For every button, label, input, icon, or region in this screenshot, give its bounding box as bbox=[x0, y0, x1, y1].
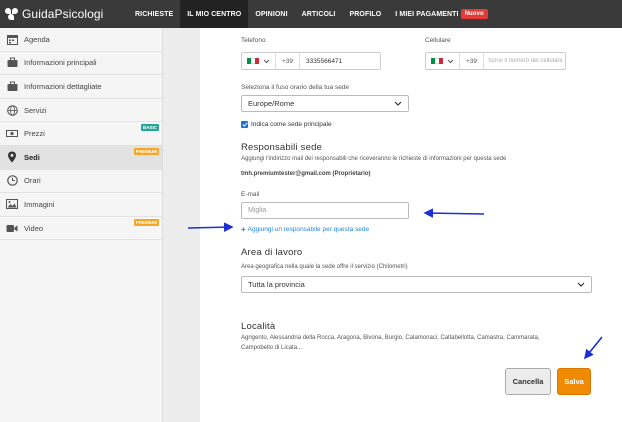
premium-tag: PREMIUM bbox=[133, 218, 159, 226]
nav-profilo[interactable]: PROFILO bbox=[342, 0, 388, 28]
main-location-checkbox[interactable]: Indica come sede principale bbox=[241, 121, 332, 128]
telefono-field[interactable]: +39 3335566471 bbox=[241, 52, 381, 70]
sidebar-item-label: Servizi bbox=[24, 105, 47, 115]
area-label: Area geografica nella quale la sede offr… bbox=[241, 264, 408, 270]
clock-icon bbox=[6, 175, 18, 187]
cellulare-prefix: +39 bbox=[460, 53, 485, 69]
telefono-input[interactable]: 3335566471 bbox=[300, 58, 342, 65]
chevron-down-icon bbox=[394, 101, 402, 106]
nav-il-mio-centro[interactable]: IL MIO CENTRO bbox=[180, 0, 249, 28]
sidebar-item-label: Prezzi bbox=[24, 129, 45, 139]
video-icon bbox=[6, 222, 18, 234]
telefono-label: Telefono bbox=[241, 37, 266, 44]
timezone-label: Seleziona il fuso orario della tua sede bbox=[241, 84, 350, 91]
sidebar-item-label: Immagini bbox=[24, 199, 55, 209]
logo[interactable]: GuidaPsicologi bbox=[0, 7, 128, 21]
area-title: Area di lavoro bbox=[241, 247, 303, 258]
premium-tag: PREMIUM bbox=[133, 147, 159, 155]
localita-list-line-1: Agrigento, Alessandria della Rocca, Arag… bbox=[241, 335, 540, 341]
add-responsible-label: Aggiungi un responsabile per questa sede bbox=[247, 226, 370, 233]
sidebar-item-informazioni-principali[interactable]: Informazioni principali bbox=[0, 52, 162, 76]
calendar-icon bbox=[6, 33, 18, 45]
save-button[interactable]: Salva bbox=[557, 368, 591, 395]
area-value: Tutta la provincia bbox=[248, 280, 305, 289]
nav-opinioni[interactable]: OPINIONI bbox=[248, 0, 294, 28]
top-nav-bar: GuidaPsicologi RICHIESTE IL MIO CENTRO O… bbox=[0, 0, 622, 28]
nav-pagamenti-label: I MIEI PAGAMENTI bbox=[395, 10, 459, 18]
logo-icon bbox=[5, 7, 18, 21]
localita-list-line-2: Campobello di Licata... bbox=[241, 345, 303, 351]
logo-text: GuidaPsicologi bbox=[22, 7, 104, 21]
location-pin-icon bbox=[6, 151, 18, 163]
sidebar-item-sedi[interactable]: Sedi PREMIUM bbox=[0, 145, 162, 170]
main-content: Telefono +39 3335566471 Cellulare +39 Sc… bbox=[200, 28, 622, 422]
chevron-down-icon bbox=[577, 282, 585, 287]
sidebar-item-label: Sedi bbox=[24, 152, 40, 162]
briefcase-icon bbox=[6, 57, 18, 69]
italy-flag-icon[interactable] bbox=[426, 53, 460, 69]
cellulare-label: Cellulare bbox=[425, 37, 451, 44]
content-gutter bbox=[163, 28, 200, 422]
sidebar-item-prezzi[interactable]: Prezzi BASIC bbox=[0, 122, 162, 146]
globe-icon bbox=[6, 104, 18, 116]
sidebar-item-video[interactable]: Video PREMIUM bbox=[0, 217, 162, 241]
basic-tag: BASIC bbox=[140, 124, 159, 132]
sidebar-item-agenda[interactable]: Agenda bbox=[0, 28, 162, 52]
email-label: E-mail bbox=[241, 191, 260, 198]
email-input[interactable]: Miglia bbox=[241, 202, 409, 219]
cellulare-field[interactable]: +39 Scrivi il numero del cellulare bbox=[425, 52, 566, 70]
telefono-prefix: +39 bbox=[276, 53, 301, 69]
checkbox-checked-icon bbox=[241, 121, 248, 128]
nav-articoli[interactable]: ARTICOLI bbox=[295, 0, 343, 28]
area-select[interactable]: Tutta la provincia bbox=[241, 276, 592, 293]
briefcase-icon bbox=[6, 80, 18, 92]
sidebar-item-immagini[interactable]: Immagini bbox=[0, 193, 162, 217]
nav-i-miei-pagamenti[interactable]: I MIEI PAGAMENTI Nuovo bbox=[388, 0, 494, 28]
new-badge: Nuovo bbox=[460, 9, 488, 19]
responsabili-title: Responsabili sede bbox=[241, 142, 323, 153]
owner-email: tmh.premiumtester@gmail.com (Proprietari… bbox=[241, 171, 371, 177]
money-icon bbox=[6, 128, 18, 140]
sidebar-item-informazioni-dettagliate[interactable]: Informazioni dettagliate bbox=[0, 75, 162, 99]
nav-richieste[interactable]: RICHIESTE bbox=[128, 0, 180, 28]
sidebar-item-orari[interactable]: Orari bbox=[0, 170, 162, 194]
main-location-checkbox-label: Indica come sede principale bbox=[251, 121, 332, 128]
responsabili-description: Aggiungi l'indirizzo mail dei responsabi… bbox=[241, 156, 507, 162]
add-responsible-link[interactable]: + Aggiungi un responsabile per questa se… bbox=[241, 225, 369, 234]
sidebar-item-label: Informazioni principali bbox=[24, 58, 97, 68]
chevron-down-icon bbox=[447, 59, 454, 63]
timezone-select[interactable]: Europe/Rome bbox=[241, 95, 409, 112]
cancel-button[interactable]: Cancella bbox=[505, 368, 551, 395]
italy-flag-icon[interactable] bbox=[242, 53, 276, 69]
plus-icon: + bbox=[241, 225, 246, 234]
sidebar-item-label: Video bbox=[24, 223, 44, 233]
timezone-value: Europe/Rome bbox=[248, 99, 295, 108]
chevron-down-icon bbox=[263, 59, 270, 63]
sidebar-item-label: Informazioni dettagliate bbox=[24, 81, 102, 91]
sidebar-item-servizi[interactable]: Servizi bbox=[0, 99, 162, 123]
image-icon bbox=[6, 198, 18, 210]
sidebar-item-label: Orari bbox=[24, 176, 41, 186]
cellulare-input[interactable]: Scrivi il numero del cellulare bbox=[484, 58, 563, 64]
localita-title: Località bbox=[241, 321, 276, 332]
sidebar: Agenda Informazioni principali Informazi… bbox=[0, 28, 163, 422]
sidebar-item-label: Agenda bbox=[24, 34, 50, 44]
